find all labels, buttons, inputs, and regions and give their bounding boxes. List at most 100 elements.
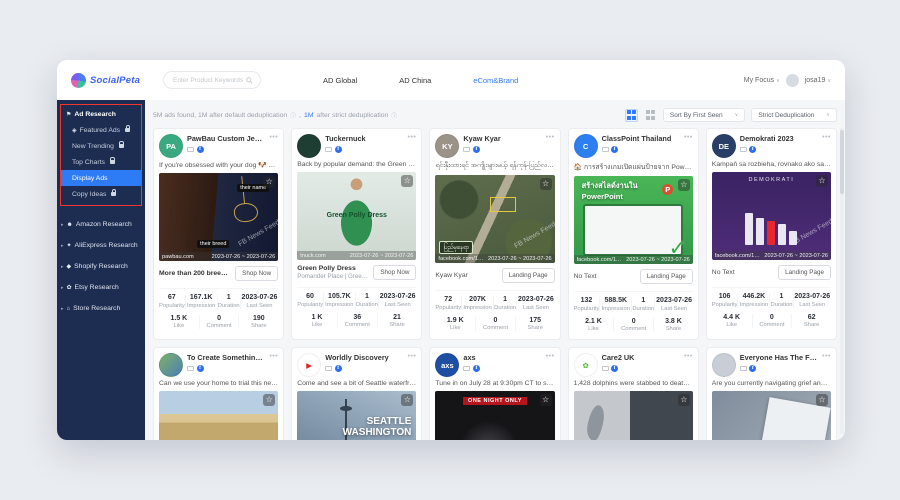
advertiser-name[interactable]: Tuckernuck bbox=[325, 134, 403, 143]
advertiser-name[interactable]: Demokrati 2023 bbox=[740, 134, 818, 143]
sidebar-item-shopify-research[interactable]: ▸◆Shopify Research bbox=[57, 256, 145, 277]
vertical-scrollbar[interactable] bbox=[840, 128, 844, 434]
bar-chart-graphic bbox=[745, 193, 797, 245]
ad-creative[interactable]: ☆ facebook.com/10... 2023-07-26 ~ 2023-0… bbox=[435, 175, 554, 263]
ad-creative[interactable]: ☆ pawbau.com 2023-07-26 ~ 2023-07-26 the… bbox=[159, 173, 278, 261]
cta-button[interactable]: Shop Now bbox=[373, 265, 416, 280]
advertiser-name[interactable]: To Create Something Exceptio... bbox=[187, 353, 265, 362]
sort-dropdown[interactable]: Sort By First Seen ∨ bbox=[663, 108, 745, 122]
advertiser-avatar[interactable]: axs bbox=[435, 353, 459, 377]
advertiser-avatar[interactable] bbox=[712, 353, 736, 377]
sidebar-item-featured-ads[interactable]: ◈Featured Ads bbox=[61, 122, 141, 138]
advertiser-avatar[interactable]: C bbox=[574, 134, 598, 158]
advertiser-name[interactable]: Kyaw Kyar bbox=[463, 134, 541, 143]
favorite-star-icon[interactable]: ☆ bbox=[816, 175, 828, 187]
sidebar-item-display-ads[interactable]: Display Ads bbox=[61, 170, 141, 186]
advertiser-avatar[interactable] bbox=[297, 134, 321, 158]
advertiser-name[interactable]: Everyone Has The Freedom To... bbox=[740, 353, 818, 362]
search-input[interactable] bbox=[171, 76, 246, 85]
favorite-star-icon[interactable]: ☆ bbox=[540, 394, 552, 406]
sidebar-item-new-trending[interactable]: New Trending bbox=[61, 138, 141, 154]
nav-item-ad-china[interactable]: AD China bbox=[399, 76, 431, 85]
creative-graphic bbox=[490, 197, 516, 212]
more-menu-button[interactable]: ••• bbox=[822, 134, 831, 141]
stat-comment: 0Comment bbox=[613, 318, 653, 333]
cta-button[interactable]: Landing Page bbox=[640, 269, 693, 284]
ad-creative[interactable]: ☆ bbox=[574, 391, 693, 440]
favorite-star-icon[interactable]: ☆ bbox=[263, 176, 275, 188]
more-menu-button[interactable]: ••• bbox=[546, 353, 555, 360]
more-menu-button[interactable]: ••• bbox=[408, 353, 417, 360]
more-menu-button[interactable]: ••• bbox=[684, 353, 693, 360]
stat-last-seen: 2023-07-26Last Seen bbox=[516, 296, 554, 311]
advertiser-avatar[interactable] bbox=[159, 353, 183, 377]
favorite-star-icon[interactable]: ☆ bbox=[401, 175, 413, 187]
ad-creative[interactable]: ☆ SEATTLE WASHINGTON bbox=[297, 391, 416, 440]
ad-domain-link[interactable]: facebook.com/11... bbox=[577, 257, 623, 263]
advertiser-name[interactable]: PawBau Custom Jewelry bbox=[187, 134, 265, 143]
more-menu-button[interactable]: ••• bbox=[822, 353, 831, 360]
ad-creative[interactable]: ☆ facebook.com/10... 2023-07-26 ~ 2023-0… bbox=[712, 172, 831, 260]
dedup-dropdown[interactable]: Strict Deduplication ∨ bbox=[751, 108, 837, 122]
chevron-down-icon: ∨ bbox=[735, 112, 739, 118]
socialpeta-logo[interactable]: SocialPeta bbox=[71, 73, 163, 88]
user-avatar[interactable] bbox=[786, 74, 799, 87]
advertiser-name[interactable]: ClassPoint Thailand bbox=[602, 134, 680, 143]
ad-domain-link[interactable]: pawbau.com bbox=[162, 254, 194, 260]
sidebar-item-aliexpress-research[interactable]: ▸✦AliExpress Research bbox=[57, 235, 145, 256]
nav-item-ad-global[interactable]: AD Global bbox=[323, 76, 357, 85]
sidebar-item-ad-research[interactable]: ⚑ Ad Research bbox=[61, 106, 141, 122]
ad-domain-link[interactable]: facebook.com/10... bbox=[438, 256, 484, 262]
cta-button[interactable]: Landing Page bbox=[502, 268, 555, 283]
advertiser-name[interactable]: Worldly Discovery bbox=[325, 353, 403, 362]
favorite-star-icon[interactable]: ☆ bbox=[678, 394, 690, 406]
ad-research-group: ⚑ Ad Research ◈Featured AdsNew TrendingT… bbox=[60, 104, 142, 206]
advertiser-avatar[interactable]: PA bbox=[159, 134, 183, 158]
more-menu-button[interactable]: ••• bbox=[684, 134, 693, 141]
ad-creative[interactable]: ☆ ONE NIGHT ONLY bbox=[435, 391, 554, 440]
advertiser-name[interactable]: Care2 UK bbox=[602, 353, 680, 362]
sidebar-item-etsy-research[interactable]: ▸✿Etsy Research bbox=[57, 277, 145, 298]
ad-domain-link[interactable]: tnuck.com bbox=[300, 253, 326, 259]
favorite-star-icon[interactable]: ☆ bbox=[263, 394, 275, 406]
lock-icon bbox=[111, 192, 116, 196]
favorite-star-icon[interactable]: ☆ bbox=[401, 394, 413, 406]
favorite-star-icon[interactable]: ☆ bbox=[540, 178, 552, 190]
stats-row-social: 4.4 KLike0Comment62Share bbox=[712, 308, 831, 331]
ad-creative[interactable]: ☆ bbox=[712, 391, 831, 440]
advertiser-avatar[interactable]: DE bbox=[712, 134, 736, 158]
sidebar-item-amazon-research[interactable]: ▸☻Amazon Research bbox=[57, 214, 145, 235]
grid-view-button[interactable] bbox=[625, 109, 638, 122]
cta-button[interactable]: Shop Now bbox=[235, 266, 278, 281]
sidebar-item-top-charts[interactable]: Top Charts bbox=[61, 154, 141, 170]
info-icon[interactable]: ⓘ bbox=[391, 111, 397, 120]
ad-creative[interactable]: ☆ bbox=[159, 391, 278, 440]
my-focus-menu[interactable]: My Focus ∨ bbox=[744, 77, 780, 84]
lock-icon bbox=[110, 160, 115, 164]
username-menu[interactable]: josa19 ∨ bbox=[805, 77, 831, 84]
sidebar-item-store-research[interactable]: ▸⌂Store Research bbox=[57, 298, 145, 319]
more-menu-button[interactable]: ••• bbox=[269, 134, 278, 141]
strict-dedup-link[interactable]: 1M bbox=[304, 112, 313, 119]
nav-item-ecom-brand[interactable]: eCom&Brand bbox=[473, 76, 518, 85]
advertiser-name[interactable]: axs bbox=[463, 353, 541, 362]
info-icon[interactable]: ⓘ bbox=[290, 111, 296, 120]
list-view-button[interactable] bbox=[644, 109, 657, 122]
chevron-down-icon: ∨ bbox=[827, 78, 831, 84]
product-search-box[interactable] bbox=[163, 71, 261, 89]
ad-creative[interactable]: ☆ tnuck.com 2023-07-26 ~ 2023-07-26 Gree… bbox=[297, 172, 416, 260]
stat-impression: 105.7KImpression bbox=[323, 293, 355, 308]
advertiser-avatar[interactable]: ✿ bbox=[574, 353, 598, 377]
more-menu-button[interactable]: ••• bbox=[269, 353, 278, 360]
ad-creative[interactable]: ☆ facebook.com/11... 2023-07-26 ~ 2023-0… bbox=[574, 176, 693, 264]
cta-button[interactable]: Landing Page bbox=[778, 265, 831, 280]
more-menu-button[interactable]: ••• bbox=[408, 134, 417, 141]
advertiser-avatar[interactable]: KY bbox=[435, 134, 459, 158]
ad-domain-link[interactable]: facebook.com/10... bbox=[715, 253, 761, 259]
favorite-star-icon[interactable]: ☆ bbox=[816, 394, 828, 406]
more-menu-button[interactable]: ••• bbox=[546, 134, 555, 141]
cta-row: Kyaw Kyar Landing Page bbox=[435, 267, 554, 284]
sidebar-item-copy-ideas[interactable]: Copy Ideas bbox=[61, 186, 141, 202]
favorite-star-icon[interactable]: ☆ bbox=[678, 179, 690, 191]
advertiser-avatar[interactable]: ▶ bbox=[297, 353, 321, 377]
